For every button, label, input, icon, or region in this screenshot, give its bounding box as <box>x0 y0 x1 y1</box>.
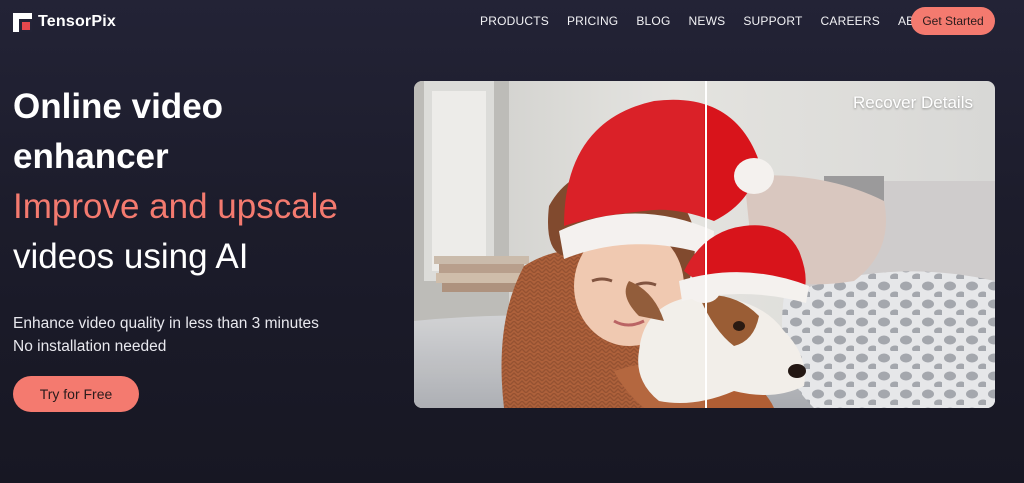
nav-item-products[interactable]: PRODUCTS <box>480 14 549 28</box>
top-navigation: TensorPix PRODUCTS PRICING BLOG NEWS SUP… <box>0 0 1024 44</box>
hero-title-line-4: videos using AI <box>13 237 249 276</box>
brand-logo-link[interactable]: TensorPix <box>13 11 116 33</box>
hero-accent-line: Improve and upscale <box>13 187 338 226</box>
comparison-divider-handle[interactable] <box>705 81 707 408</box>
video-comparison-slider[interactable]: Recover Details <box>414 81 995 408</box>
hero-title-line-1: Online video <box>13 87 224 126</box>
brand-name: TensorPix <box>38 13 116 30</box>
nav-item-careers[interactable]: CAREERS <box>821 14 880 28</box>
nav-item-blog[interactable]: BLOG <box>636 14 670 28</box>
nav-item-pricing[interactable]: PRICING <box>567 14 618 28</box>
tensorpix-logo-icon <box>13 12 32 32</box>
nav-menu: PRODUCTS PRICING BLOG NEWS SUPPORT CAREE… <box>480 14 958 28</box>
hero-text-block: Online video enhancer Improve and upscal… <box>13 82 403 358</box>
hero-subtitle: Enhance video quality in less than 3 min… <box>13 312 403 358</box>
hero-subtitle-line-1: Enhance video quality in less than 3 min… <box>13 315 319 332</box>
recover-details-label: Recover Details <box>853 93 973 112</box>
get-started-button[interactable]: Get Started <box>911 7 995 35</box>
try-for-free-button[interactable]: Try for Free <box>13 376 139 412</box>
hero-title-line-2: enhancer <box>13 137 169 176</box>
nav-item-support[interactable]: SUPPORT <box>743 14 802 28</box>
hero-subtitle-line-2: No installation needed <box>13 338 167 355</box>
nav-item-news[interactable]: NEWS <box>689 14 726 28</box>
